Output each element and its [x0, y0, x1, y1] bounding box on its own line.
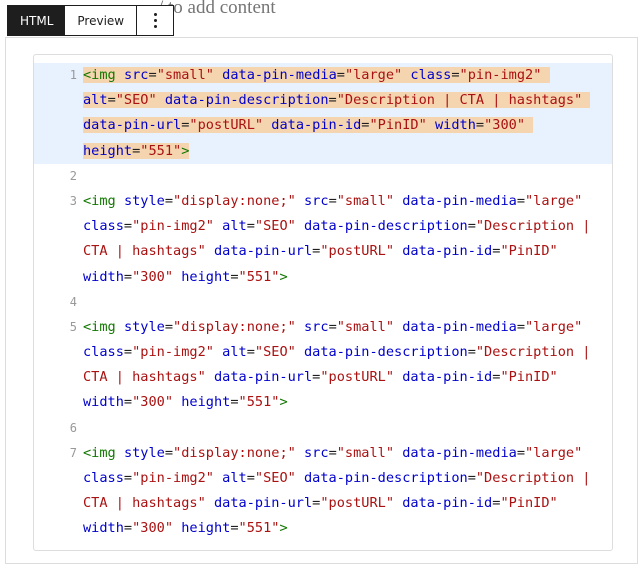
- code-row: width="300" height="551">: [83, 268, 288, 285]
- code-row: data-pin-url="postURL" data-pin-id="PinI…: [83, 113, 594, 138]
- code-row: <img src="small" data-pin-media="large" …: [83, 63, 594, 88]
- code-row: width="300" height="551">: [83, 520, 288, 537]
- code-row: <img style="display:none;" src="small" d…: [83, 444, 583, 461]
- code-row: height="551">: [83, 142, 190, 159]
- code-row: class="pin-img2" alt="SEO" data-pin-desc…: [83, 218, 591, 235]
- code-line[interactable]: 4: [34, 290, 612, 315]
- code-row: CTA | hashtags" data-pin-url="postURL" d…: [83, 243, 558, 260]
- code-row: CTA | hashtags" data-pin-url="postURL" d…: [83, 495, 558, 512]
- line-number: 4: [69, 294, 77, 309]
- tab-html[interactable]: HTML: [8, 6, 66, 35]
- code-row: width="300" height="551">: [83, 394, 288, 411]
- vertical-ellipsis-icon: [153, 13, 157, 16]
- code-lines: 1 <img src="small" data-pin-media="large"…: [34, 63, 612, 542]
- more-options-button[interactable]: [136, 6, 173, 35]
- code-row: alt="SEO" data-pin-description="Descript…: [83, 88, 594, 113]
- code-editor[interactable]: 1 <img src="small" data-pin-media="large"…: [33, 54, 613, 551]
- code-line[interactable]: 6: [34, 416, 612, 441]
- block-toolbar: HTML Preview: [7, 5, 175, 36]
- code-row: <img style="display:none;" src="small" d…: [83, 318, 583, 335]
- code-line[interactable]: 1 <img src="small" data-pin-media="large"…: [34, 63, 612, 164]
- code-line[interactable]: 3 <img style="display:none;" src="small" …: [34, 189, 612, 290]
- line-number: 3: [69, 193, 77, 208]
- placeholder-text: / to add content: [158, 0, 276, 18]
- code-row: class="pin-img2" alt="SEO" data-pin-desc…: [83, 470, 591, 486]
- line-number: 1: [69, 68, 77, 82]
- line-number: 2: [69, 168, 77, 183]
- line-number: 7: [69, 445, 77, 460]
- code-row: <img style="display:none;" src="small" d…: [83, 192, 583, 209]
- code-row: CTA | hashtags" data-pin-url="postURL" d…: [83, 369, 558, 386]
- code-line[interactable]: 7 <img style="display:none;" src="small" …: [34, 441, 612, 542]
- line-number: 5: [69, 319, 77, 334]
- code-line[interactable]: 5 <img style="display:none;" src="small" …: [34, 315, 612, 416]
- code-row: class="pin-img2" alt="SEO" data-pin-desc…: [83, 344, 591, 361]
- tab-preview[interactable]: Preview: [65, 6, 137, 35]
- code-line[interactable]: 2: [34, 164, 612, 189]
- line-number: 6: [69, 420, 77, 435]
